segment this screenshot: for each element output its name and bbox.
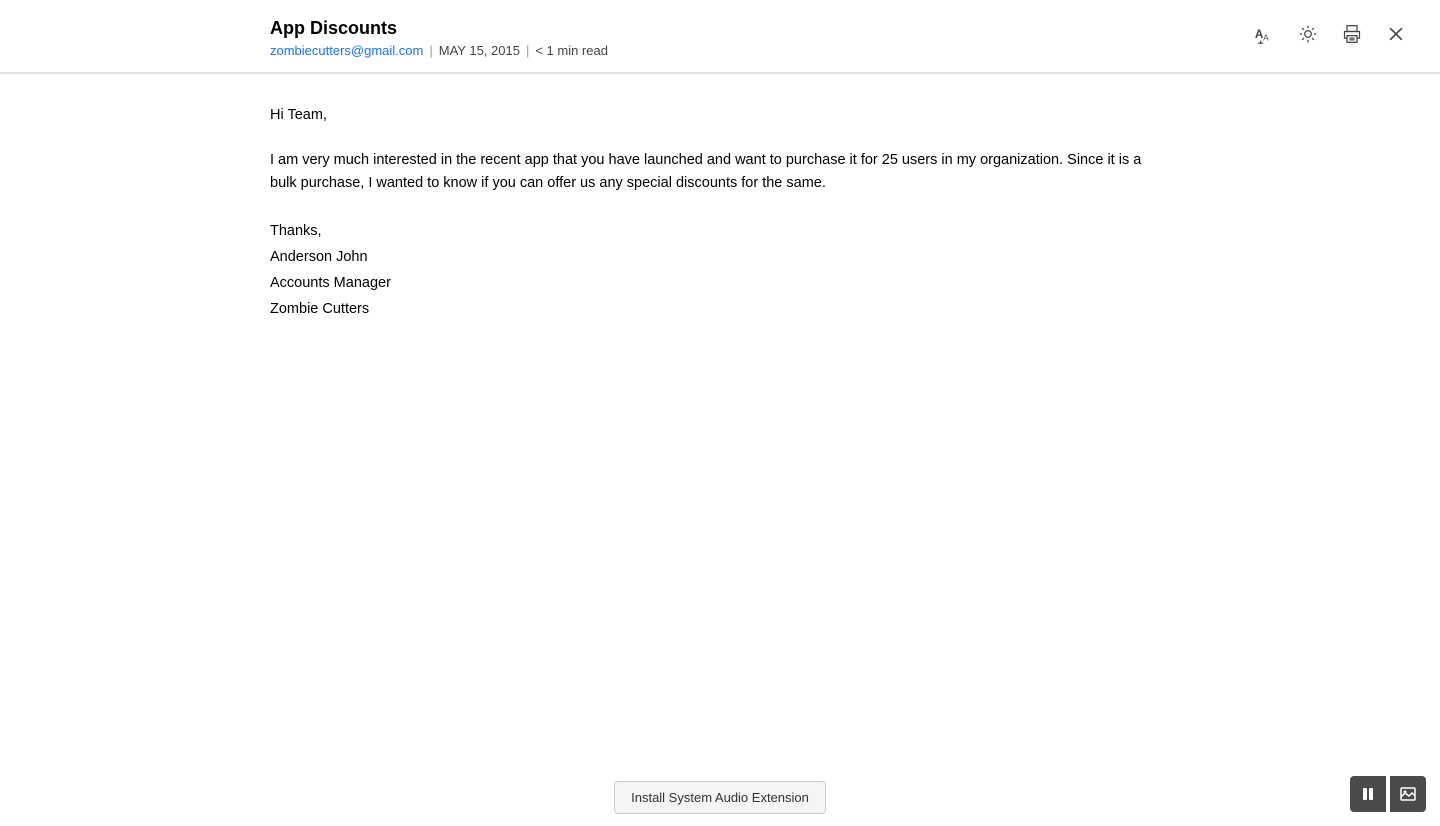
text-size-icon[interactable]: A A	[1250, 20, 1278, 48]
pause-button[interactable]	[1350, 776, 1386, 812]
email-meta-separator: |	[429, 43, 432, 58]
bottom-right-controls	[1350, 776, 1426, 812]
signature-title: Accounts Manager	[270, 270, 1170, 296]
email-date: MAY 15, 2015	[439, 43, 520, 58]
install-audio-extension-button[interactable]: Install System Audio Extension	[614, 781, 826, 814]
email-header: App Discounts zombiecutters@gmail.com | …	[0, 0, 1440, 73]
svg-text:A: A	[1263, 33, 1269, 43]
email-body: Hi Team, I am very much interested in th…	[0, 74, 1440, 826]
email-meta: zombiecutters@gmail.com | MAY 15, 2015 |…	[270, 43, 608, 58]
signature-thanks: Thanks,	[270, 218, 1170, 244]
email-signature: Thanks, Anderson John Accounts Manager Z…	[270, 218, 1170, 322]
image-button[interactable]	[1390, 776, 1426, 812]
email-from[interactable]: zombiecutters@gmail.com	[270, 43, 423, 58]
email-meta-separator2: |	[526, 43, 529, 58]
email-read-time: < 1 min read	[535, 43, 608, 58]
email-subject: App Discounts	[270, 18, 608, 39]
email-viewer: App Discounts zombiecutters@gmail.com | …	[0, 0, 1440, 826]
email-paragraph1: I am very much interested in the recent …	[270, 149, 1170, 195]
signature-company: Zombie Cutters	[270, 296, 1170, 322]
email-greeting: Hi Team,	[270, 104, 1170, 127]
brightness-icon[interactable]	[1294, 20, 1322, 48]
email-header-left: App Discounts zombiecutters@gmail.com | …	[270, 18, 608, 58]
print-icon[interactable]	[1338, 20, 1366, 48]
close-icon[interactable]	[1382, 20, 1410, 48]
signature-name: Anderson John	[270, 244, 1170, 270]
email-header-right: A A	[1250, 18, 1420, 48]
